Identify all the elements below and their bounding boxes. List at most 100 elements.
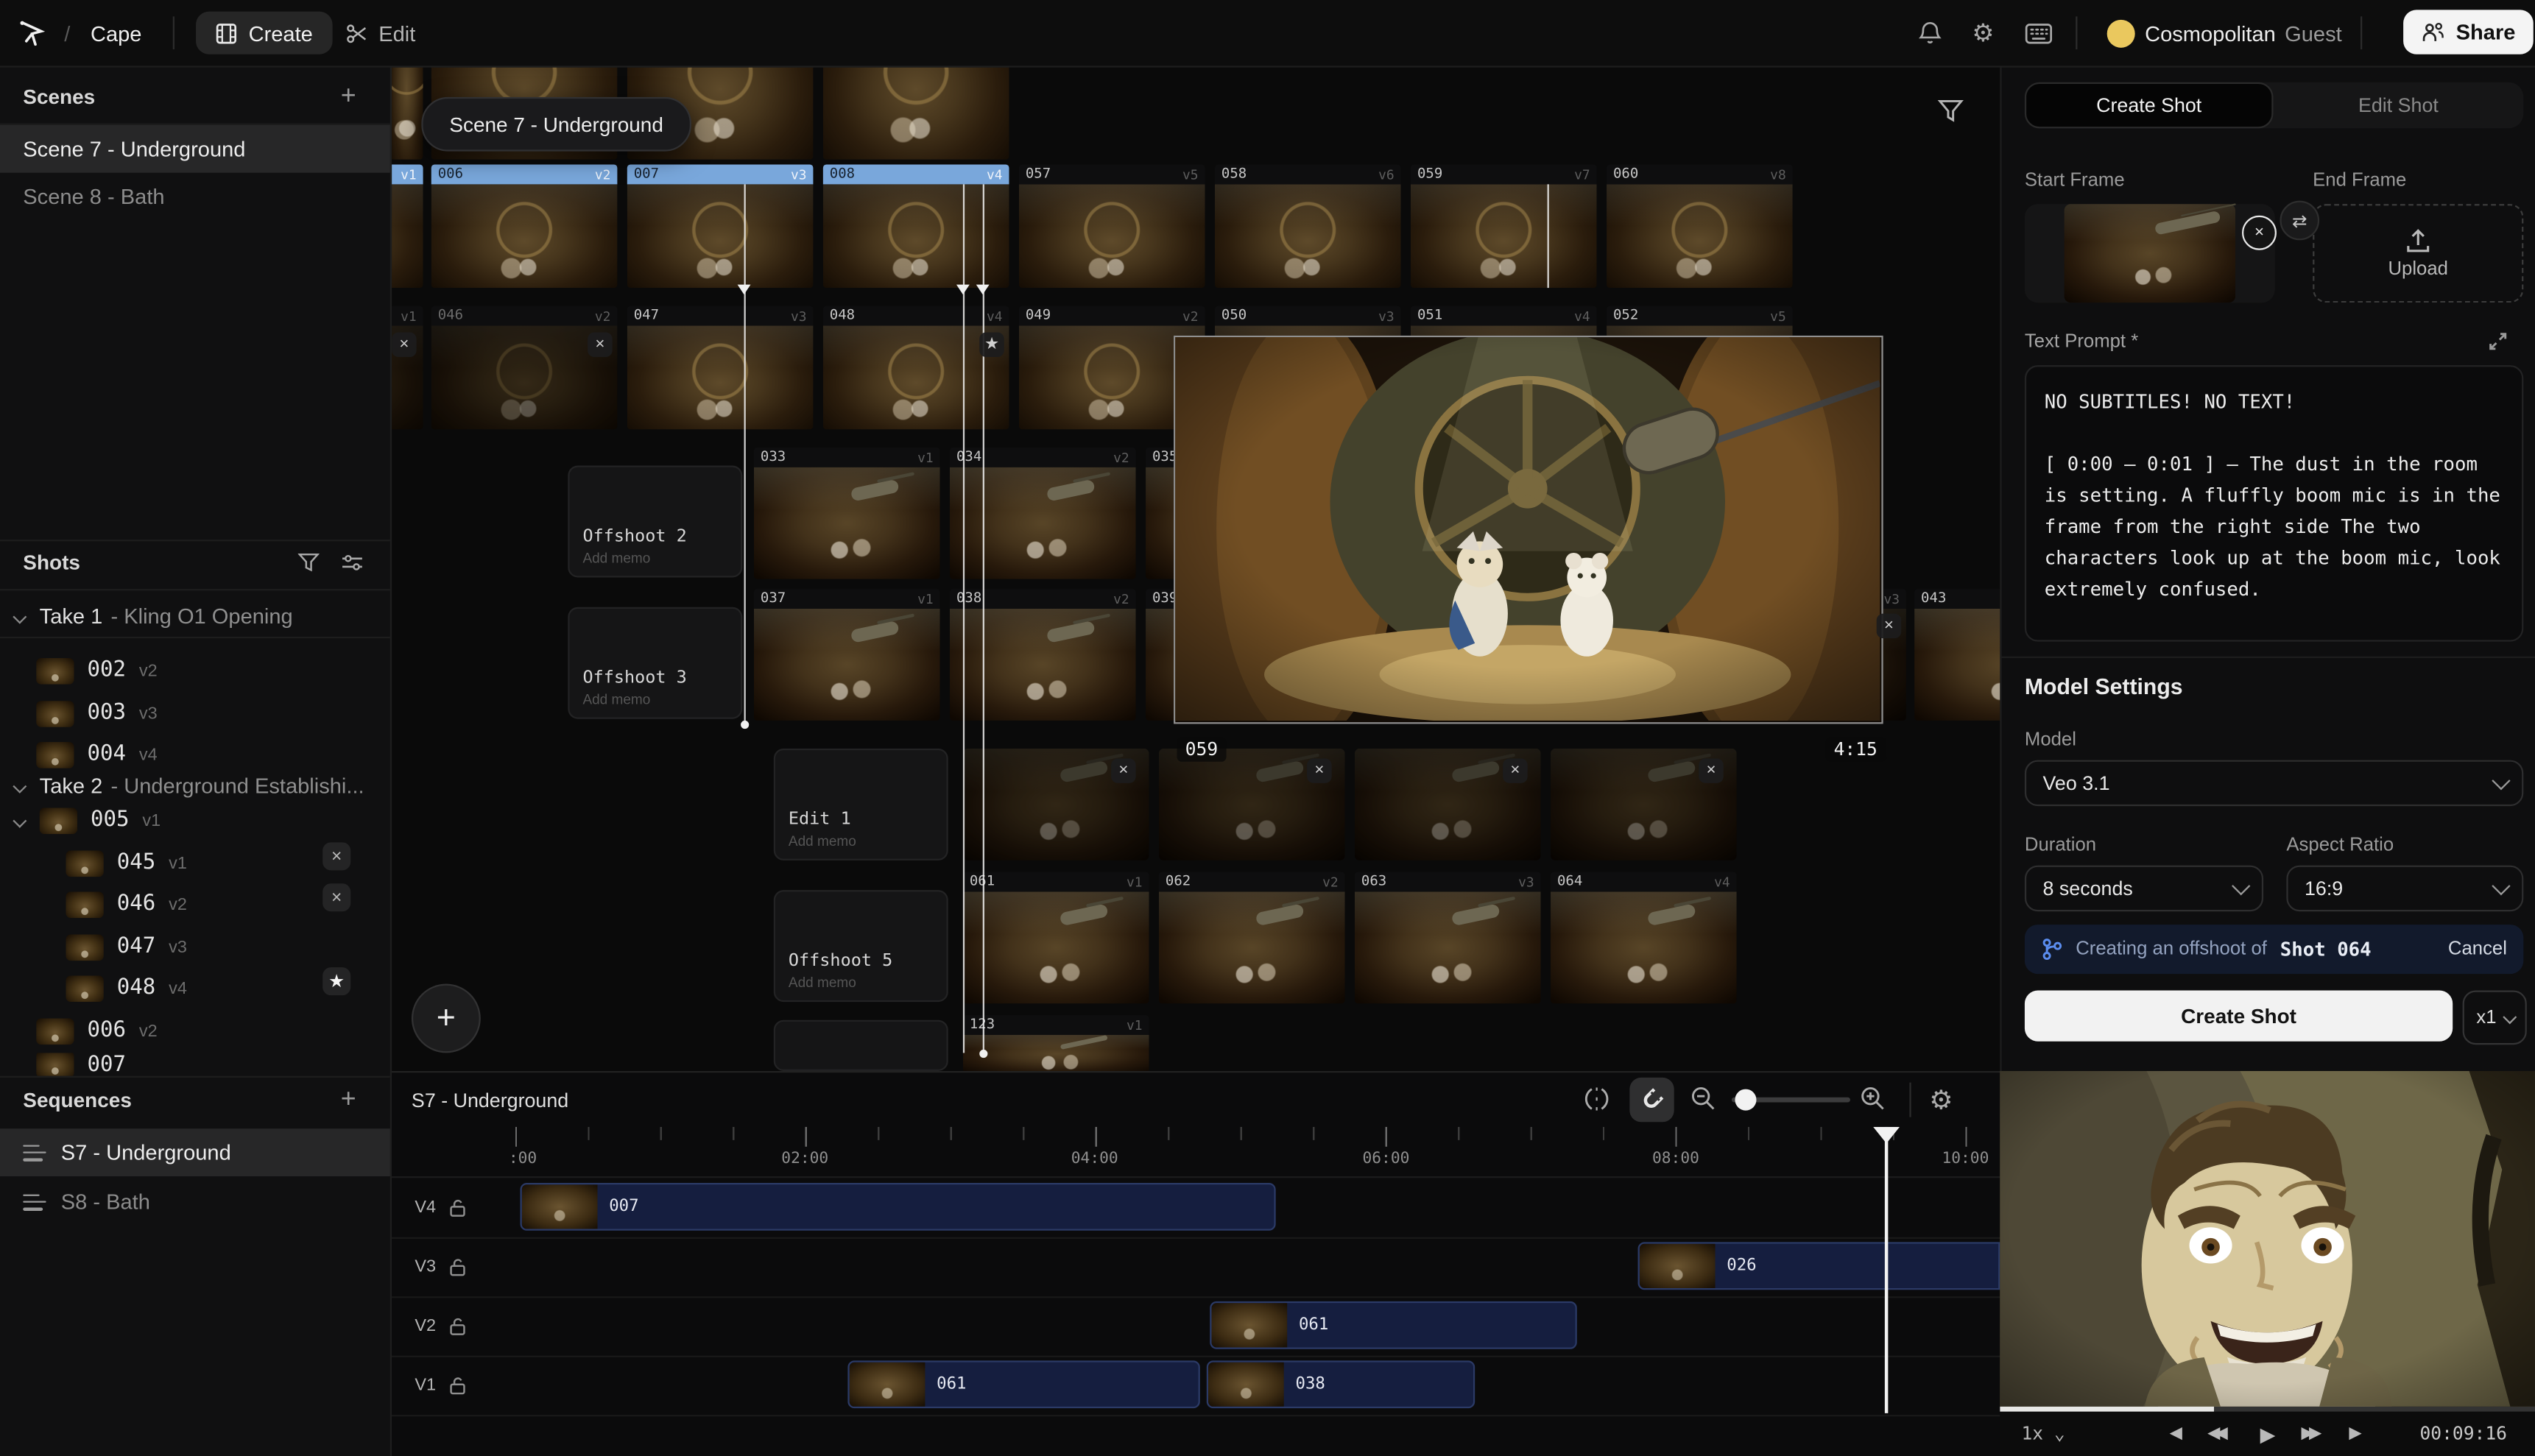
clear-start-frame-button[interactable]: × [2242,216,2277,250]
timeline-clip-026[interactable]: 026 [1638,1242,2000,1290]
canvas-playhead-line[interactable] [963,184,965,1053]
remove-shot-button[interactable]: × [1307,758,1332,783]
timeline-clip-061-v2[interactable]: 061 [1210,1301,1577,1349]
aspect-ratio-select[interactable]: 16:9 [2286,866,2523,912]
swap-frames-icon[interactable]: ⇄ [2280,201,2319,241]
shots-filter-icon[interactable] [298,553,320,573]
step-forward-icon[interactable]: ▶ [2349,1425,2361,1443]
tab-edit[interactable]: Edit [345,0,415,66]
shot-card-063[interactable]: 063v3 [1355,872,1541,1004]
shot-thumbnail[interactable] [627,184,814,288]
shot-row-047[interactable]: 047 v3 [0,926,456,967]
shot-card-034[interactable]: 034v2 [950,448,1136,579]
shots-sort-icon[interactable] [341,553,364,573]
timeline-settings-gear-icon[interactable]: ⚙ [1929,1084,1953,1117]
shot-thumbnail[interactable] [1355,891,1541,1003]
remove-shot-button[interactable]: × [1111,758,1136,783]
playhead-handle[interactable] [741,721,749,729]
shot-card-061[interactable]: 061v1 [963,872,1149,1004]
play-icon[interactable]: ▶ [2260,1422,2276,1445]
zoom-out-icon[interactable] [1690,1086,1716,1111]
start-frame-image[interactable] [2065,204,2236,303]
share-button[interactable]: Share [2403,10,2534,54]
shot-thumbnail[interactable] [1411,184,1597,288]
tab-edit-shot[interactable]: Edit Shot [2274,93,2524,116]
unlock-icon[interactable] [449,1198,465,1217]
shot-card-047[interactable]: 047v3 [627,306,814,430]
offshoot5-memo-card[interactable]: Offshoot 5 Add memo [774,890,948,1002]
shot-card-008[interactable]: 008v4 [823,164,1009,288]
shot-preview-overlay[interactable] [1174,336,1883,724]
canvas-playhead-line[interactable] [983,184,984,1053]
shot-thumbnail[interactable] [963,1035,1149,1071]
fast-forward-icon[interactable]: ▶▶ [2302,1425,2317,1443]
shot-card-058[interactable]: 058v6 [1215,164,1401,288]
shot-row-007-partial[interactable]: 007 [0,1053,426,1075]
edit1-memo-card[interactable]: Edit 1 Add memo [774,749,948,860]
shot-thumbnail[interactable] [754,467,940,579]
memo-card-partial[interactable] [774,1020,948,1071]
add-memo-placeholder[interactable]: Add memo [789,974,934,990]
shot-thumbnail[interactable] [823,184,1009,288]
shot-card-059[interactable]: 059v7 [1411,164,1597,288]
shot-card-057[interactable]: 057v5 [1019,164,1205,288]
shot-thumbnail[interactable] [1215,184,1401,288]
shot-row-005[interactable]: 005 v1 [0,799,403,841]
shot-card-006[interactable]: 006v2 [431,164,618,288]
playback-speed[interactable]: 1x ⌄ [2021,1423,2065,1444]
workspace-avatar[interactable] [2107,0,2135,66]
shot-thumbnail[interactable] [627,326,814,430]
sequence-item-s8[interactable]: S8 - Bath [0,1178,390,1226]
tab-create[interactable]: Create [196,12,333,54]
timeline-clip-007[interactable]: 007 [520,1183,1275,1231]
shot-card-033[interactable]: 033v1 [754,448,940,579]
shot-row-045[interactable]: 045 v1 [0,842,456,883]
end-frame-upload[interactable]: Upload [2313,204,2523,303]
scene-item-8[interactable]: Scene 8 - Bath [0,173,390,221]
shot-card-060[interactable]: 060v8 [1607,164,1793,288]
sequence-item-s7[interactable]: S7 - Underground [0,1128,390,1176]
shot-thumbnail[interactable] [431,184,618,288]
shot-card-123[interactable]: 123v1 [963,1015,1149,1071]
shot-card-064[interactable]: 064v4 [1551,872,1737,1004]
unlock-icon[interactable] [449,1377,465,1395]
shot-card-037[interactable]: 037v1 [754,589,940,721]
split-view-icon[interactable] [1584,1087,1610,1110]
shot-canvas[interactable]: v1 006v2 007v3 008v4 057v5 058v6 059v7 [390,66,2000,1071]
shot-row-006[interactable]: 006 v2 [0,1010,426,1051]
tab-create-shot[interactable]: Create Shot [2025,82,2274,129]
take1-header[interactable]: Take 1 - Kling O1 Opening [0,596,403,637]
add-memo-placeholder[interactable]: Add memo [582,549,727,565]
shot-card-048[interactable]: 048v4 [823,306,1009,430]
shot-row-046[interactable]: 046 v2 [0,883,456,925]
remove-shot-button[interactable]: × [588,332,613,357]
shot-thumbnail[interactable] [950,467,1136,579]
timeline-clip-038[interactable]: 038 [1207,1360,1475,1408]
shot-card[interactable]: v1 [390,306,423,430]
snap-magnet-button[interactable] [1629,1078,1674,1122]
star-badge[interactable]: ★ [979,332,1004,357]
timeline-clip-061-v1[interactable]: 061 [847,1360,1199,1408]
cancel-offshoot-button[interactable]: Cancel [2448,939,2507,959]
shot-thumbnail[interactable] [1159,891,1345,1003]
canvas-filter-icon[interactable] [1937,99,1964,124]
scene-item-7[interactable]: Scene 7 - Underground [0,125,390,173]
create-shot-button[interactable]: Create Shot [2025,990,2453,1041]
multiplier-select[interactable]: x1 [2463,990,2527,1045]
progress-bar[interactable] [2000,1407,2535,1412]
shot-thumbnail[interactable] [390,184,423,288]
video-player[interactable]: 1x ⌄ ◀ ◀◀ ▶ ▶▶ ▶ 00:09:16 [2000,1071,2535,1456]
unlock-icon[interactable] [449,1317,465,1335]
app-logo-icon[interactable] [16,0,47,66]
expand-prompt-icon[interactable] [2487,331,2508,352]
settings-gear-icon[interactable]: ⚙ [1972,0,1994,66]
start-frame-slot[interactable] [2025,204,2275,303]
remove-shot-button[interactable]: × [322,883,350,911]
model-select[interactable]: Veo 3.1 [2025,760,2523,807]
remove-shot-button[interactable]: × [1877,614,1902,639]
shot-thumbnail[interactable] [950,609,1136,721]
canvas-playhead-line[interactable] [744,184,746,724]
trim-handle-icon[interactable] [976,285,990,294]
playhead-handle[interactable] [979,1050,987,1058]
shot-row-048[interactable]: 048 v4 [0,967,456,1008]
